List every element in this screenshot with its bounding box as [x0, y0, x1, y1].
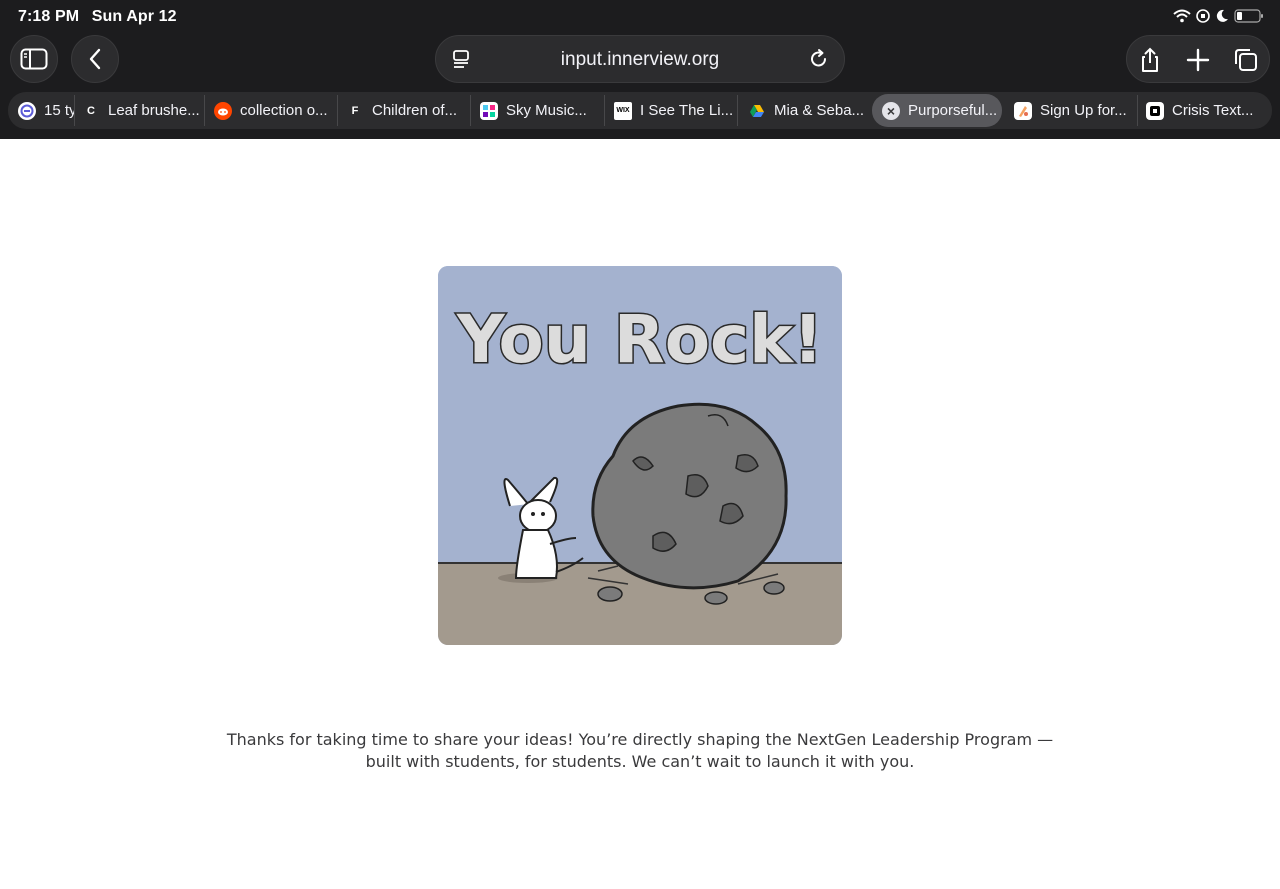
- reload-icon[interactable]: [808, 48, 830, 70]
- thank-you-line-2: built with students, for students. We ca…: [365, 752, 915, 771]
- sidebar-toggle-button[interactable]: [10, 35, 58, 83]
- close-tab-icon[interactable]: ×: [882, 101, 900, 120]
- hero-title: You Rock!: [456, 301, 823, 378]
- tab-favicon: F: [351, 104, 359, 117]
- page-content: You Rock! Thanks for taking time to shar…: [0, 139, 1280, 889]
- wix-icon: WIX: [614, 101, 632, 120]
- google-drive-icon: [748, 102, 766, 120]
- tab-label: Purporseful...: [908, 102, 998, 119]
- tab-7[interactable]: Mia & Seba...: [748, 92, 872, 129]
- tab-bar: 15 ty C Leaf brushe... collection o... F…: [8, 92, 1272, 129]
- tab-label: Sign Up for...: [1040, 102, 1127, 119]
- share-icon[interactable]: [1136, 46, 1164, 74]
- tabs-overview-icon[interactable]: [1231, 46, 1259, 74]
- tab-4[interactable]: F Children of...: [346, 92, 468, 129]
- status-date: Sun Apr 12: [91, 8, 177, 25]
- status-bar: 7:18 PM Sun Apr 12: [18, 8, 185, 26]
- tab-label: Children of...: [372, 102, 458, 119]
- tab-5[interactable]: Sky Music...: [480, 92, 600, 129]
- thank-you-line-1: Thanks for taking time to share your ide…: [226, 730, 1054, 749]
- tab-label: Crisis Text...: [1172, 102, 1254, 119]
- tab-8-active[interactable]: × Purporseful...: [872, 94, 1002, 127]
- toolbar-actions: [1126, 35, 1270, 83]
- thank-you-message: Thanks for taking time to share your ide…: [200, 729, 1080, 773]
- tab-favicon: C: [87, 104, 95, 117]
- tab-6[interactable]: WIX I See The Li...: [614, 92, 738, 129]
- tab-label: Mia & Seba...: [774, 102, 865, 119]
- sidebar-icon: [20, 48, 48, 70]
- address-bar[interactable]: input.innerview.org: [435, 35, 845, 83]
- battery-icon: [1234, 9, 1263, 23]
- chevron-left-icon: [89, 48, 101, 70]
- tab-label: I See The Li...: [640, 102, 734, 119]
- tab-10[interactable]: Crisis Text...: [1146, 92, 1270, 129]
- tab-label: Sky Music...: [506, 102, 587, 119]
- tab-9[interactable]: Sign Up for...: [1014, 92, 1134, 129]
- you-rock-illustration: You Rock!: [438, 266, 842, 645]
- sky-music-icon: [480, 101, 498, 120]
- signup-icon: [1014, 101, 1032, 120]
- new-tab-icon[interactable]: [1184, 46, 1212, 74]
- browser-chrome: 7:18 PM Sun Apr 12 input.innerview.org 1…: [0, 0, 1280, 139]
- tab-1[interactable]: 15 ty: [18, 92, 74, 129]
- tab-label: 15 ty: [44, 102, 74, 119]
- tab-3[interactable]: collection o...: [214, 92, 338, 129]
- back-button[interactable]: [71, 35, 119, 83]
- tab-label: collection o...: [240, 102, 328, 119]
- tab-favicon: [18, 101, 36, 120]
- tab-label: Leaf brushe...: [108, 102, 200, 119]
- status-icons: [1173, 9, 1264, 23]
- moon-icon: [1216, 9, 1228, 22]
- url-text[interactable]: input.innerview.org: [436, 49, 844, 71]
- you-rock-image: You Rock!: [438, 266, 842, 645]
- wifi-icon: [1173, 9, 1191, 23]
- crisis-text-icon: [1146, 101, 1164, 120]
- tab-2[interactable]: C Leaf brushe...: [82, 92, 202, 129]
- reddit-icon: [214, 101, 232, 120]
- orientation-lock-icon: [1196, 9, 1210, 23]
- status-time: 7:18 PM: [18, 8, 80, 25]
